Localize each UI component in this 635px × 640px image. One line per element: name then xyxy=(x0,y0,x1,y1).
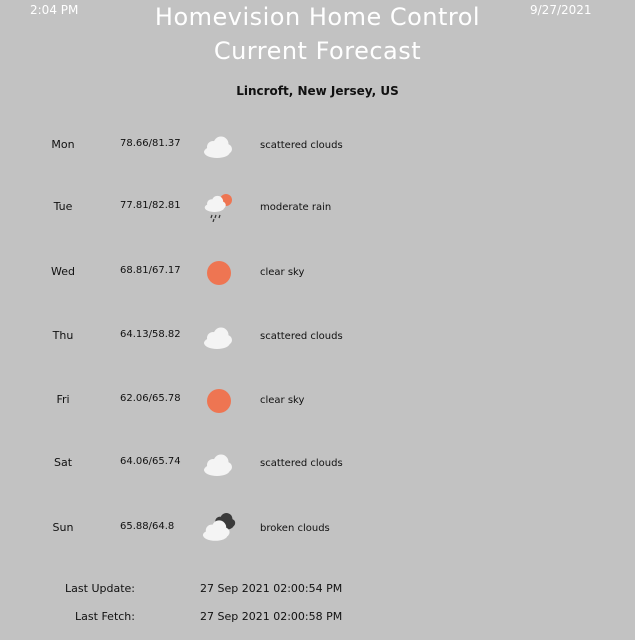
forecast-description: scattered clouds xyxy=(260,140,343,151)
last-fetch-label: Last Fetch: xyxy=(75,610,135,623)
last-update-label: Last Update: xyxy=(65,582,135,595)
sun-icon xyxy=(200,381,240,415)
forecast-row: Thu 64.13/58.82 scattered clouds xyxy=(0,327,635,369)
forecast-row: Mon 78.66/81.37 scattered clouds xyxy=(0,136,635,178)
forecast-day: Tue xyxy=(53,200,73,213)
scattered-clouds-icon xyxy=(200,444,240,478)
forecast-temps: 64.06/65.74 xyxy=(120,456,181,467)
page-subtitle: Current Forecast xyxy=(213,37,422,65)
forecast-description: scattered clouds xyxy=(260,458,343,469)
forecast-row: Sat 64.06/65.74 scattered clouds xyxy=(0,454,635,496)
forecast-day: Mon xyxy=(51,138,75,151)
forecast-day: Wed xyxy=(51,265,75,278)
forecast-day: Thu xyxy=(52,329,74,342)
forecast-day: Sat xyxy=(53,456,73,469)
forecast-description: clear sky xyxy=(260,395,305,406)
forecast-day: Sun xyxy=(52,521,74,534)
last-update-value: 27 Sep 2021 02:00:54 PM xyxy=(200,582,343,595)
forecast-row: Fri 62.06/65.78 clear sky xyxy=(0,389,635,433)
forecast-temps: 78.66/81.37 xyxy=(120,138,181,149)
forecast-temps: 62.06/65.78 xyxy=(120,393,181,404)
broken-clouds-icon xyxy=(200,509,240,543)
scattered-clouds-icon xyxy=(200,126,240,160)
forecast-description: scattered clouds xyxy=(260,331,343,342)
forecast-row: Sun 65.88/64.8 broken clouds xyxy=(0,513,635,561)
last-fetch-value: 27 Sep 2021 02:00:58 PM xyxy=(200,610,343,623)
location-label: Lincroft, New Jersey, US xyxy=(236,84,399,98)
page-title: Homevision Home Control xyxy=(154,3,481,31)
forecast-temps: 64.13/58.82 xyxy=(120,329,181,340)
forecast-row: Tue 77.81/82.81 moderate rain xyxy=(0,194,635,240)
forecast-description: moderate rain xyxy=(260,202,332,213)
forecast-temps: 65.88/64.8 xyxy=(120,521,175,532)
forecast-temps: 68.81/67.17 xyxy=(120,265,181,276)
forecast-description: clear sky xyxy=(260,267,305,278)
forecast-day: Fri xyxy=(56,393,70,406)
forecast-description: broken clouds xyxy=(260,523,330,534)
scattered-clouds-icon xyxy=(200,317,240,351)
sun-icon xyxy=(200,253,240,287)
forecast-temps: 77.81/82.81 xyxy=(120,200,181,211)
rain-sun-icon xyxy=(200,188,240,223)
forecast-row: Wed 68.81/67.17 clear sky xyxy=(0,261,635,305)
